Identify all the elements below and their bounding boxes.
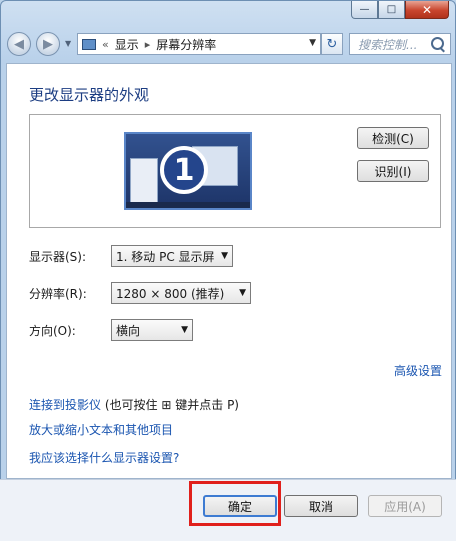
maximize-button[interactable]: □ [378,1,405,19]
display-help-link[interactable]: 我应该选择什么显示器设置? [29,449,179,466]
resolution-label: 分辨率(R): [29,286,87,301]
search-icon[interactable] [431,37,444,50]
forward-arrow-icon: ▶ [43,36,53,52]
close-icon: ✕ [421,2,433,17]
breadcrumb-resolution[interactable]: 屏幕分辨率 [156,36,216,53]
search-placeholder: 搜索控制... [358,37,418,52]
connect-projector-link[interactable]: 连接到投影仪 [29,398,101,412]
text-size-link[interactable]: 放大或缩小文本和其他项目 [29,421,173,438]
display-label: 显示器(S): [29,249,87,264]
search-input[interactable]: 搜索控制... [349,33,451,55]
resolution-select[interactable]: 1280 × 800 (推荐) ▼ [111,282,251,304]
orientation-value: 横向 [116,323,141,338]
projector-hint-end: 键并点击 P) [175,398,239,412]
forward-button[interactable]: ▶ [36,32,60,56]
address-bar[interactable]: « 显示 ▸ 屏幕分辨率 ▼ [77,33,321,55]
page-title: 更改显示器的外观 [29,86,150,104]
minimize-icon: — [359,4,370,15]
orientation-row: 方向(O): 横向 ▼ [29,318,193,342]
orientation-select[interactable]: 横向 ▼ [111,319,193,341]
detect-button[interactable]: 检测(C) [357,127,429,149]
projector-hint: (也可按住 [104,398,158,412]
chevron-down-icon: ▼ [181,325,188,335]
display-row: 显示器(S): 1. 移动 PC 显示屏 ▼ [29,244,233,268]
control-panel-monitor-icon [82,38,96,50]
maximize-icon: □ [386,4,397,15]
window-thumbnail-icon [130,158,158,206]
chevron-down-icon: ▼ [221,251,228,261]
cancel-button[interactable]: 取消 [284,495,358,517]
orientation-label: 方向(O): [29,323,76,338]
recent-pages-chevron-down-icon[interactable]: ▼ [65,39,71,48]
monitor-number-badge: 1 [160,146,208,194]
identify-button[interactable]: 识别(I) [357,160,429,182]
resolution-value: 1280 × 800 (推荐) [116,286,225,301]
display-select[interactable]: 1. 移动 PC 显示屏 ▼ [111,245,233,267]
monitor-1-thumbnail[interactable]: 1 [124,132,252,210]
caption-buttons: — □ ✕ [351,1,449,19]
monitor-preview-area: 1 检测(C) 识别(I) [29,114,441,228]
resolution-row: 分辨率(R): 1280 × 800 (推荐) ▼ [29,281,251,305]
main-panel: 更改显示器的外观 1 检测(C) 识别(I) 显示器(S): 1. 移动 PC … [6,63,452,479]
breadcrumb-display[interactable]: 显示 [115,36,139,53]
highlight-box [189,481,281,526]
display-value: 1. 移动 PC 显示屏 [116,249,215,264]
back-arrow-icon: ◀ [14,36,24,52]
projector-row: 连接到投影仪 (也可按住 ⊞ 键并点击 P) [29,396,239,413]
windows-logo-icon: ⊞ [161,398,172,412]
breadcrumb-overflow-icon[interactable]: « [102,38,109,51]
navigation-toolbar: ◀ ▶ ▼ « 显示 ▸ 屏幕分辨率 ▼ ↻ 搜索控制... [7,31,451,59]
breadcrumb-arrow-icon: ▸ [144,37,151,51]
advanced-settings-link[interactable]: 高级设置 [394,362,442,379]
apply-button[interactable]: 应用(A) [368,495,442,517]
back-button[interactable]: ◀ [7,32,31,56]
minimize-button[interactable]: — [351,1,378,19]
chevron-down-icon: ▼ [239,288,246,298]
close-button[interactable]: ✕ [405,1,449,19]
refresh-button[interactable]: ↻ [321,33,343,55]
taskbar-thumbnail [126,202,250,208]
refresh-icon: ↻ [326,36,338,52]
address-dropdown-chevron-down-icon[interactable]: ▼ [309,38,316,48]
